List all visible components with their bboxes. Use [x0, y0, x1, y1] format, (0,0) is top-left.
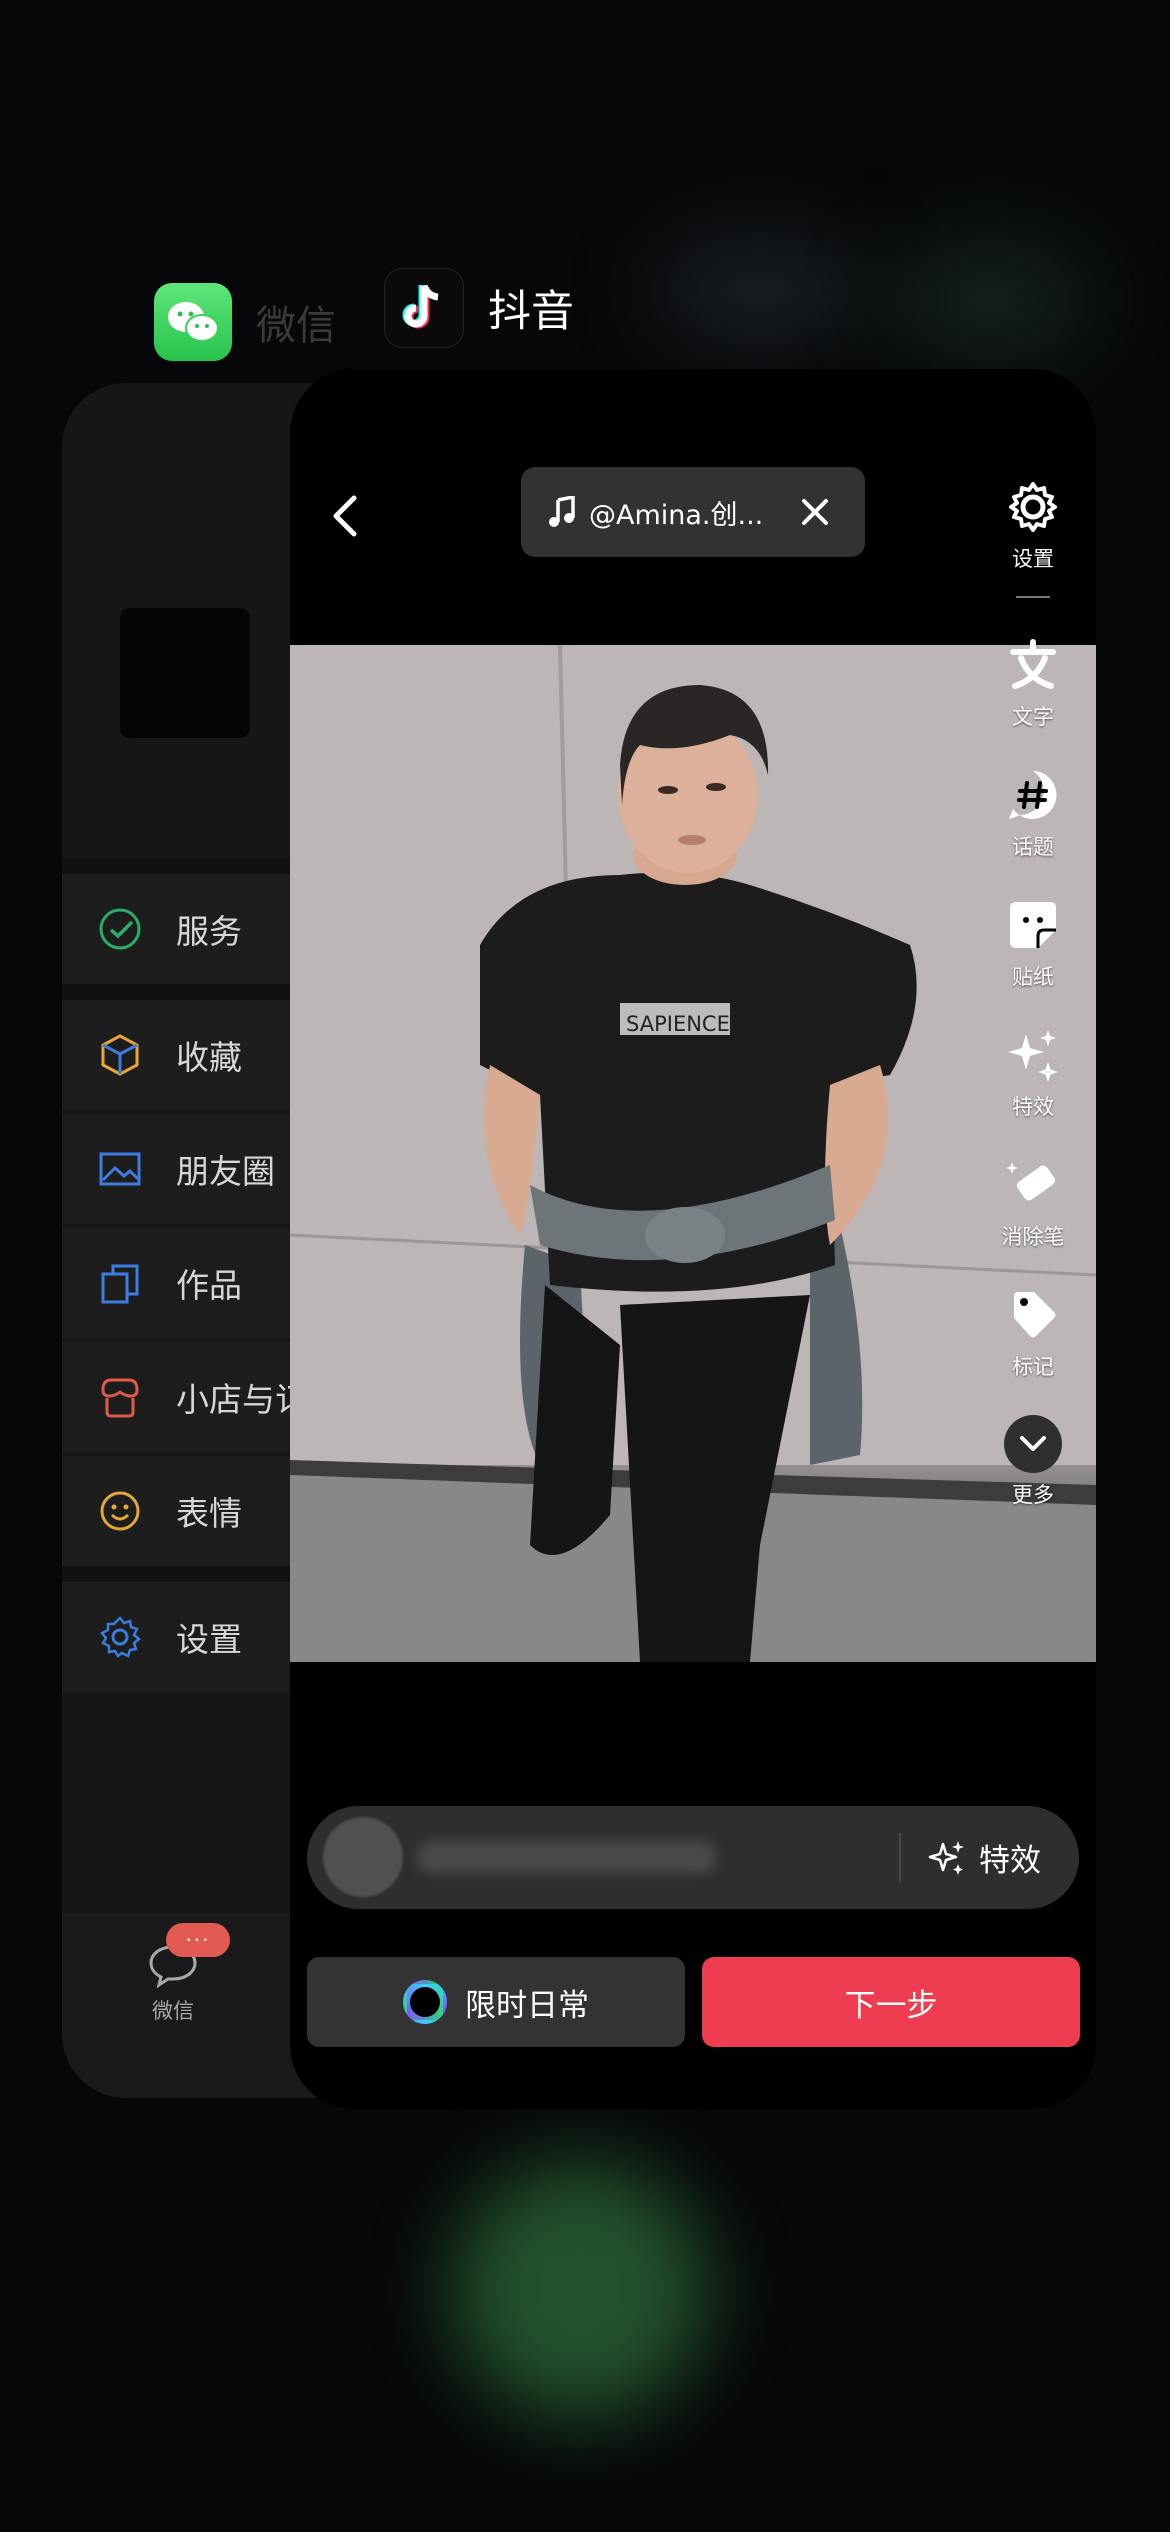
- tool-label: 设置: [1012, 547, 1054, 571]
- tool-text[interactable]: 文字: [983, 635, 1083, 731]
- menu-item-label: 朋友圈: [176, 1152, 275, 1191]
- sparkle-icon: [1003, 1025, 1063, 1085]
- daily-label: 限时日常: [465, 1987, 589, 2024]
- tool-label: 消除笔: [1001, 1225, 1065, 1249]
- sticker-icon: [1003, 895, 1063, 955]
- cube-icon: [94, 1029, 146, 1081]
- wechat-app-icon: [154, 283, 232, 361]
- background-glow: [450, 2160, 710, 2420]
- text-icon: [1003, 635, 1063, 695]
- shirt-text: SAPIENCE: [626, 1012, 730, 1036]
- effects-button[interactable]: 特效: [927, 1806, 1041, 1909]
- tool-sticker[interactable]: 贴纸: [983, 895, 1083, 991]
- gear-icon: [94, 1611, 146, 1663]
- tool-hashtag[interactable]: 话题: [983, 765, 1083, 861]
- blurred-caption: [417, 1841, 717, 1873]
- tool-label: 更多: [1012, 1483, 1054, 1507]
- gear-icon: [1003, 477, 1063, 537]
- music-label: @Amina.创...: [589, 499, 764, 531]
- effects-label: 特效: [979, 1843, 1041, 1879]
- photo-illustration: SAPIENCE: [290, 645, 1096, 1662]
- sparkle-icon: [928, 1840, 964, 1875]
- wechat-app-name: 微信: [256, 303, 336, 349]
- daily-ring-icon: [403, 1980, 447, 2024]
- back-button[interactable]: [320, 491, 370, 541]
- eraser-icon: [1003, 1155, 1063, 1215]
- menu-item-label: 收藏: [176, 1038, 242, 1077]
- menu-item-label: 作品: [176, 1266, 242, 1305]
- tool-label: 文字: [1012, 705, 1054, 729]
- tag-icon: [1003, 1285, 1063, 1345]
- wechat-app-label[interactable]: 微信: [154, 283, 336, 361]
- tool-mark[interactable]: 标记: [983, 1285, 1083, 1381]
- tool-settings[interactable]: 设置: [983, 477, 1083, 573]
- menu-item-label: 表情: [176, 1494, 242, 1533]
- douyin-app-card[interactable]: @Amina.创... SAPIENCE 设置 文字 话题 贴纸 特效 消除笔 …: [290, 369, 1096, 2109]
- tool-label: 特效: [1012, 1095, 1054, 1119]
- tool-label: 话题: [1012, 835, 1054, 859]
- menu-item-label: 设置: [176, 1620, 242, 1659]
- unread-badge: ···: [166, 1923, 230, 1957]
- image-icon: [94, 1143, 146, 1195]
- photo-preview[interactable]: SAPIENCE: [290, 645, 1096, 1662]
- music-note-icon: [547, 495, 581, 529]
- shop-icon: [94, 1371, 146, 1423]
- next-label: 下一步: [844, 1987, 938, 2024]
- tool-label: 贴纸: [1012, 965, 1054, 989]
- divider: [899, 1833, 901, 1883]
- douyin-app-label[interactable]: 抖音: [384, 268, 574, 348]
- chevron-down-icon: [1004, 1415, 1062, 1473]
- close-icon[interactable]: [799, 496, 831, 528]
- daily-button[interactable]: 限时日常: [307, 1957, 685, 2047]
- avatar[interactable]: [120, 608, 250, 738]
- tool-eraser[interactable]: 消除笔: [983, 1155, 1083, 1251]
- douyin-app-icon: [384, 268, 464, 348]
- next-button[interactable]: 下一步: [702, 1957, 1080, 2047]
- tool-label: 标记: [1012, 1355, 1054, 1379]
- toolbar-divider: [1016, 596, 1050, 598]
- music-selector[interactable]: @Amina.创...: [521, 467, 865, 557]
- service-icon: [94, 903, 146, 955]
- background-glow: [880, 230, 1100, 370]
- menu-item-label: 服务: [176, 912, 242, 951]
- blurred-avatar: [323, 1817, 403, 1897]
- caption-input[interactable]: 特效: [307, 1806, 1079, 1909]
- douyin-app-name: 抖音: [488, 287, 574, 337]
- tool-effects[interactable]: 特效: [983, 1025, 1083, 1121]
- hashtag-icon: [1003, 765, 1063, 825]
- tool-more[interactable]: 更多: [983, 1415, 1083, 1509]
- smile-icon: [94, 1485, 146, 1537]
- copy-icon: [94, 1257, 146, 1309]
- background-glow: [650, 230, 870, 350]
- menu-item-label: 小店与订: [176, 1380, 308, 1419]
- chevron-left-icon: [333, 495, 357, 537]
- tab-chats-label: 微信: [152, 1999, 194, 2023]
